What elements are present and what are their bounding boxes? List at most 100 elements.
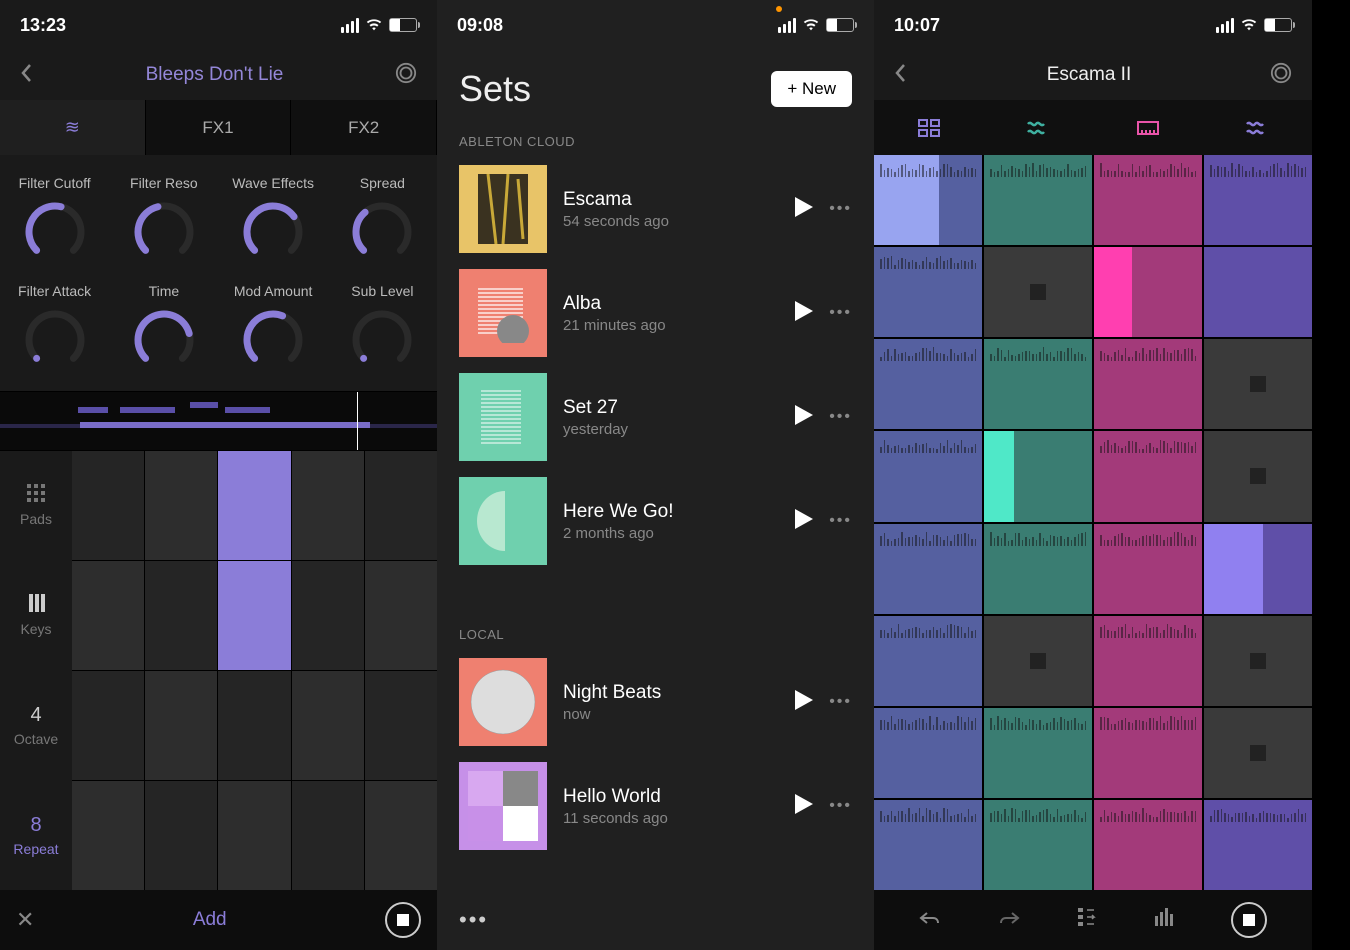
key-cell[interactable] <box>218 561 290 670</box>
clip-cell[interactable] <box>1204 155 1312 245</box>
play-button[interactable] <box>795 690 813 715</box>
side-keys[interactable]: Keys <box>0 561 72 671</box>
clip-cell[interactable] <box>1094 431 1202 521</box>
new-set-button[interactable]: + New <box>771 71 852 107</box>
clip-cell[interactable] <box>874 431 982 521</box>
more-button[interactable]: ••• <box>829 797 852 815</box>
key-cell[interactable] <box>145 781 217 890</box>
record-icon[interactable] <box>1270 62 1292 89</box>
knob[interactable] <box>242 201 304 263</box>
clip-cell[interactable] <box>1204 431 1312 521</box>
key-cell[interactable] <box>292 671 364 780</box>
knob[interactable] <box>351 309 413 371</box>
set-row[interactable]: Here We Go!2 months ago ••• <box>437 469 874 573</box>
clip-cell[interactable] <box>1204 800 1312 890</box>
key-cell[interactable] <box>292 451 364 560</box>
clip-cell[interactable] <box>984 339 1092 429</box>
key-cell[interactable] <box>145 561 217 670</box>
clip-cell[interactable] <box>984 247 1092 337</box>
clip-cell[interactable] <box>1204 616 1312 706</box>
clip-cell[interactable] <box>1094 155 1202 245</box>
more-button[interactable]: ••• <box>829 200 852 218</box>
clip-cell[interactable] <box>1094 708 1202 798</box>
clip-cell[interactable] <box>1094 524 1202 614</box>
clip-cell[interactable] <box>1204 708 1312 798</box>
clip-cell[interactable] <box>1094 247 1202 337</box>
clip-cell[interactable] <box>1094 616 1202 706</box>
key-cell[interactable] <box>145 671 217 780</box>
clip-cell[interactable] <box>874 616 982 706</box>
key-cell[interactable] <box>218 451 290 560</box>
clip-cell[interactable] <box>984 155 1092 245</box>
clip-cell[interactable] <box>1204 247 1312 337</box>
play-button[interactable] <box>795 405 813 430</box>
knob[interactable] <box>24 201 86 263</box>
key-cell[interactable] <box>145 451 217 560</box>
tab-fx2[interactable]: FX2 <box>291 100 437 155</box>
key-cell[interactable] <box>218 781 290 890</box>
clip-cell[interactable] <box>1094 800 1202 890</box>
clip-cell[interactable] <box>874 247 982 337</box>
key-cell[interactable] <box>292 561 364 670</box>
set-row[interactable]: Escama54 seconds ago ••• <box>437 157 874 261</box>
mode-tab-0[interactable] <box>874 100 984 155</box>
key-cell[interactable] <box>72 781 144 890</box>
key-cell[interactable] <box>365 561 437 670</box>
tab-fx1[interactable]: FX1 <box>146 100 292 155</box>
clip-cell[interactable] <box>1094 339 1202 429</box>
more-button[interactable]: ••• <box>829 304 852 322</box>
undo-button[interactable] <box>919 909 941 932</box>
side-pads[interactable]: Pads <box>0 451 72 561</box>
clip-cell[interactable] <box>874 708 982 798</box>
knob[interactable] <box>24 309 86 371</box>
key-cell[interactable] <box>365 451 437 560</box>
play-button[interactable] <box>795 794 813 819</box>
side-repeat[interactable]: 8Repeat <box>0 780 72 890</box>
set-row[interactable]: Hello World11 seconds ago ••• <box>437 754 874 858</box>
record-icon[interactable] <box>395 62 417 89</box>
more-button[interactable]: ••• <box>829 512 852 530</box>
mode-tab-1[interactable] <box>984 100 1094 155</box>
clip-cell[interactable] <box>984 800 1092 890</box>
more-button[interactable]: ••• <box>829 693 852 711</box>
key-cell[interactable] <box>72 451 144 560</box>
mixer-button[interactable] <box>1154 908 1174 932</box>
clip-cell[interactable] <box>1204 339 1312 429</box>
key-cell[interactable] <box>292 781 364 890</box>
key-cell[interactable] <box>72 671 144 780</box>
redo-button[interactable] <box>998 909 1020 932</box>
side-octave[interactable]: 4Octave <box>0 671 72 781</box>
play-button[interactable] <box>795 197 813 222</box>
stop-button[interactable] <box>385 902 421 938</box>
timeline[interactable] <box>0 391 437 451</box>
clip-cell[interactable] <box>984 524 1092 614</box>
clip-cell[interactable] <box>984 708 1092 798</box>
key-cell[interactable] <box>365 781 437 890</box>
add-button[interactable]: Add <box>54 909 365 931</box>
mode-tab-2[interactable] <box>1093 100 1203 155</box>
mode-tab-3[interactable] <box>1203 100 1313 155</box>
quantize-button[interactable] <box>1078 908 1096 932</box>
play-button[interactable] <box>795 509 813 534</box>
clip-cell[interactable] <box>1204 524 1312 614</box>
clip-cell[interactable] <box>874 155 982 245</box>
stop-button[interactable] <box>1231 902 1267 938</box>
knob[interactable] <box>242 309 304 371</box>
key-cell[interactable] <box>72 561 144 670</box>
clip-cell[interactable] <box>984 431 1092 521</box>
tab-wave[interactable]: ≋ <box>0 100 146 155</box>
more-button[interactable]: ••• <box>459 907 488 933</box>
back-button[interactable] <box>894 63 908 88</box>
clip-cell[interactable] <box>874 524 982 614</box>
clip-cell[interactable] <box>874 339 982 429</box>
back-button[interactable] <box>20 63 34 88</box>
set-row[interactable]: Night Beatsnow ••• <box>437 650 874 754</box>
playhead[interactable] <box>357 392 358 450</box>
set-row[interactable]: Alba21 minutes ago ••• <box>437 261 874 365</box>
key-cell[interactable] <box>218 671 290 780</box>
knob[interactable] <box>133 309 195 371</box>
clip-cell[interactable] <box>984 616 1092 706</box>
close-button[interactable]: ✕ <box>16 907 34 933</box>
more-button[interactable]: ••• <box>829 408 852 426</box>
knob[interactable] <box>133 201 195 263</box>
